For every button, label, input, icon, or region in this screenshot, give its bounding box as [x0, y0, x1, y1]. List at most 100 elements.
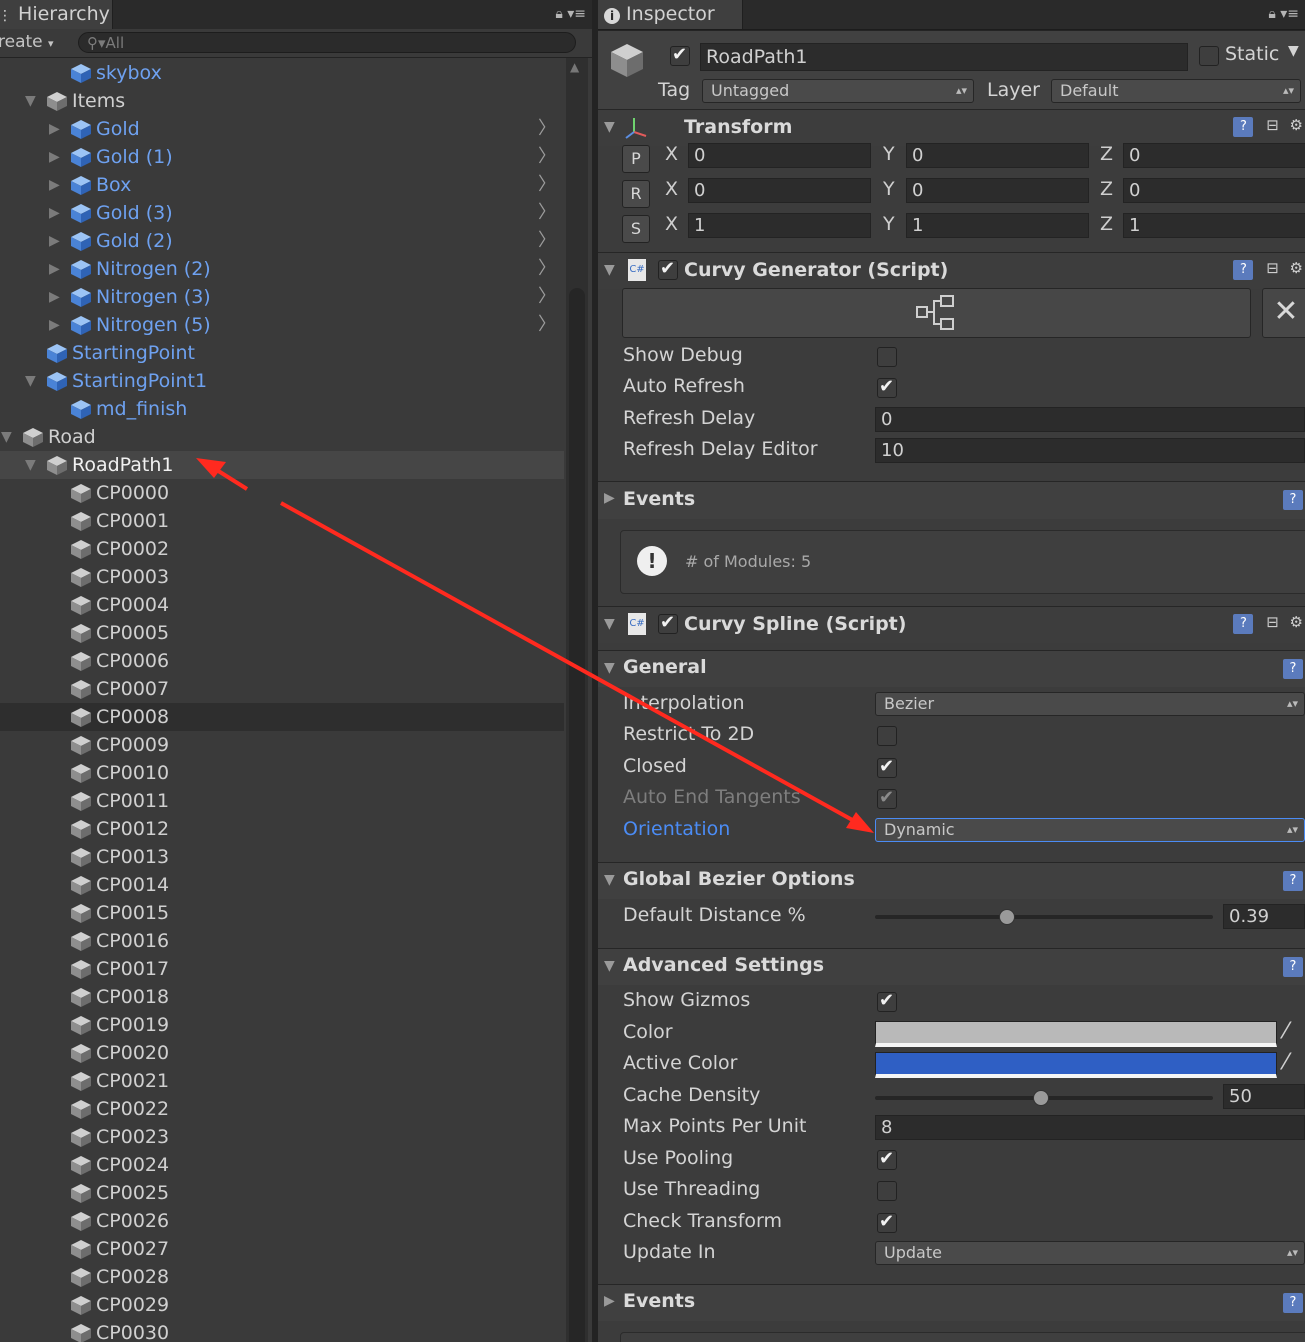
transform-y-field[interactable]: 1 — [906, 213, 1089, 238]
foldout-closed-icon[interactable]: ▶ — [49, 171, 60, 199]
chevron-right-icon[interactable]: 〉 — [538, 199, 556, 227]
hierarchy-row[interactable]: skybox — [0, 59, 564, 87]
hierarchy-row[interactable]: ▼ StartingPoint1 — [0, 367, 564, 395]
static-dropdown-arrow[interactable]: ▼ — [1288, 43, 1299, 59]
transform-z-field[interactable]: 0 — [1123, 178, 1305, 203]
hierarchy-row[interactable]: CP0008 — [0, 703, 564, 731]
transform-row-button[interactable]: P — [622, 145, 650, 173]
foldout-closed-icon[interactable]: ▶ — [49, 255, 60, 283]
presets-icon[interactable]: ⊟ — [1266, 259, 1279, 277]
layer-dropdown[interactable]: Default ▴▾ — [1051, 79, 1301, 103]
transform-y-field[interactable]: 0 — [906, 143, 1089, 168]
update-in-dropdown[interactable]: Update ▴▾ — [875, 1241, 1305, 1265]
generator-enabled-checkbox[interactable] — [658, 258, 678, 280]
hierarchy-row[interactable]: CP0027 — [0, 1235, 564, 1263]
color-swatch[interactable] — [875, 1021, 1277, 1047]
cache-density-slider-handle[interactable] — [1032, 1090, 1049, 1106]
hierarchy-tab[interactable]: ⋮ Hierarchy — [0, 0, 113, 29]
hierarchy-row[interactable]: CP0016 — [0, 927, 564, 955]
chevron-right-icon[interactable]: 〉 — [538, 115, 556, 143]
presets-icon[interactable]: ⊟ — [1266, 116, 1279, 134]
refresh-delay-field[interactable]: 0 — [875, 407, 1305, 432]
foldout-closed-icon[interactable]: ▶ — [49, 227, 60, 255]
hierarchy-row[interactable]: CP0026 — [0, 1207, 564, 1235]
refresh-delay-editor-field[interactable]: 10 — [875, 438, 1305, 463]
hierarchy-row[interactable]: CP0002 — [0, 535, 564, 563]
chevron-right-icon[interactable]: 〉 — [538, 143, 556, 171]
chevron-right-icon[interactable]: 〉 — [538, 171, 556, 199]
create-dropdown[interactable]: reate ▾ — [0, 32, 54, 52]
hierarchy-row[interactable]: CP0021 — [0, 1067, 564, 1095]
foldout-open-icon[interactable]: ▼ — [604, 660, 615, 676]
foldout-open-icon[interactable]: ▼ — [604, 872, 615, 888]
hierarchy-row[interactable]: ▶ Gold (2) 〉 — [0, 227, 564, 255]
hierarchy-row[interactable]: CP0006 — [0, 647, 564, 675]
hierarchy-row[interactable]: StartingPoint — [0, 339, 564, 367]
help-icon[interactable]: ? — [1233, 117, 1254, 137]
scrollbar-thumb[interactable] — [569, 288, 585, 1342]
chevron-right-icon[interactable]: 〉 — [538, 283, 556, 311]
transform-z-field[interactable]: 0 — [1123, 143, 1305, 168]
help-icon[interactable]: ? — [1233, 260, 1254, 280]
transform-x-field[interactable]: 0 — [688, 178, 871, 203]
curvy-spline-header[interactable]: ▼ C# Curvy Spline (Script) ? ⊟ ⚙ — [598, 606, 1305, 643]
foldout-open-icon[interactable]: ▼ — [604, 119, 615, 135]
generator-events-header[interactable]: ▶ Events ? — [598, 481, 1305, 519]
transform-row-button[interactable]: S — [622, 215, 650, 243]
menu-icon[interactable]: ▾≡ — [567, 6, 586, 22]
check-transform-checkbox[interactable] — [877, 1211, 897, 1233]
hierarchy-row[interactable]: CP0004 — [0, 591, 564, 619]
open-graph-button[interactable] — [622, 288, 1251, 338]
interpolation-dropdown[interactable]: Bezier ▴▾ — [875, 692, 1305, 716]
hierarchy-row[interactable]: CP0022 — [0, 1095, 564, 1123]
default-distance-slider-handle[interactable] — [998, 909, 1015, 925]
transform-x-field[interactable]: 0 — [688, 143, 871, 168]
hierarchy-row[interactable]: ▶ Box 〉 — [0, 171, 564, 199]
chevron-right-icon[interactable]: 〉 — [538, 311, 556, 339]
hierarchy-row[interactable]: CP0025 — [0, 1179, 564, 1207]
hierarchy-row[interactable]: CP0024 — [0, 1151, 564, 1179]
hierarchy-row[interactable]: ▼ RoadPath1 — [0, 451, 564, 479]
hierarchy-row[interactable]: CP0018 — [0, 983, 564, 1011]
transform-z-field[interactable]: 1 — [1123, 213, 1305, 238]
advanced-settings-header[interactable]: ▼ Advanced Settings ? — [598, 948, 1305, 985]
foldout-closed-icon[interactable]: ▶ — [49, 143, 60, 171]
use-threading-checkbox[interactable] — [877, 1181, 897, 1201]
active-color-swatch[interactable] — [875, 1052, 1277, 1078]
menu-icon[interactable]: ▾≡ — [1280, 6, 1299, 22]
hierarchy-row[interactable]: CP0030 — [0, 1319, 564, 1342]
close-icon[interactable]: ✕ — [1262, 288, 1305, 338]
hierarchy-row[interactable]: CP0010 — [0, 759, 564, 787]
foldout-open-icon[interactable]: ▼ — [604, 616, 615, 632]
chevron-right-icon[interactable]: 〉 — [538, 255, 556, 283]
hierarchy-row[interactable]: CP0005 — [0, 619, 564, 647]
hierarchy-row[interactable]: CP0000 — [0, 479, 564, 507]
hierarchy-row[interactable]: ▶ Nitrogen (2) 〉 — [0, 255, 564, 283]
hierarchy-row[interactable]: CP0028 — [0, 1263, 564, 1291]
hierarchy-row[interactable]: ▶ Gold (1) 〉 — [0, 143, 564, 171]
transform-x-field[interactable]: 1 — [688, 213, 871, 238]
foldout-closed-icon[interactable]: ▶ — [49, 311, 60, 339]
closed-checkbox[interactable] — [877, 756, 897, 778]
foldout-closed-icon[interactable]: ▶ — [604, 490, 615, 506]
auto-refresh-checkbox[interactable] — [877, 376, 897, 398]
orientation-dropdown[interactable]: Dynamic ▴▾ — [875, 818, 1305, 842]
hierarchy-row[interactable]: CP0020 — [0, 1039, 564, 1067]
foldout-open-icon[interactable]: ▼ — [604, 262, 615, 278]
gear-icon[interactable]: ⚙ — [1290, 116, 1303, 134]
help-icon[interactable]: ? — [1283, 957, 1303, 977]
hierarchy-row[interactable]: CP0014 — [0, 871, 564, 899]
foldout-closed-icon[interactable]: ▶ — [49, 199, 60, 227]
foldout-open-icon[interactable]: ▼ — [25, 367, 36, 395]
bezier-options-header[interactable]: ▼ Global Bezier Options ? — [598, 862, 1305, 899]
general-header[interactable]: ▼ General ? — [598, 650, 1305, 687]
default-distance-field[interactable]: 0.39 — [1223, 904, 1305, 929]
transform-header[interactable]: ▼ Transform ? ⊟ ⚙ — [598, 109, 1305, 146]
foldout-open-icon[interactable]: ▼ — [25, 87, 36, 115]
hierarchy-row[interactable]: ▼ Road — [0, 423, 564, 451]
curvy-generator-header[interactable]: ▼ C# Curvy Generator (Script) ? ⊟ ⚙ — [598, 252, 1305, 289]
inspector-tab[interactable]: i Inspector — [598, 0, 743, 29]
hierarchy-row[interactable]: ▶ Nitrogen (5) 〉 — [0, 311, 564, 339]
use-pooling-checkbox[interactable] — [877, 1148, 897, 1170]
chevron-right-icon[interactable]: 〉 — [538, 227, 556, 255]
